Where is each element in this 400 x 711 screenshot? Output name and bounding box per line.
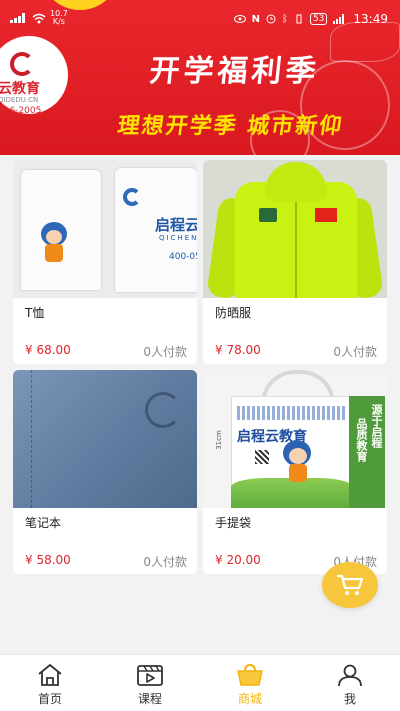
product-price: ¥ 58.00 <box>25 553 71 567</box>
status-bar: 10.7 K/s N ᛒ 53 13:49 <box>0 0 400 38</box>
brand-logo-subtitle: QIDEDU.CN <box>0 96 39 104</box>
signal-icon <box>10 13 25 23</box>
tshirt-print-en: QICHENGE <box>159 234 197 242</box>
tshirt-front <box>21 170 101 290</box>
bluetooth-icon: ᛒ <box>281 13 288 25</box>
notebook-emboss-logo <box>145 392 181 428</box>
jacket-zipper <box>295 202 297 298</box>
product-price: ¥ 20.00 <box>215 553 261 567</box>
nav-label-me: 我 <box>343 692 356 706</box>
product-price: ¥ 68.00 <box>25 343 71 357</box>
product-image: 启程云教育 品质教育 源于启程 31cm <box>203 370 387 508</box>
bag-side-text-right: 源于启程 <box>370 404 383 448</box>
nav-item-courses[interactable]: 课程 <box>100 655 200 711</box>
bag-print-lines <box>237 406 347 420</box>
brand-logo-icon <box>10 52 34 76</box>
brand-swirl-icon <box>123 188 141 206</box>
nav-label-courses: 课程 <box>137 692 162 706</box>
product-sold-count: 0人付款 <box>333 345 377 359</box>
signal-bars-icon <box>333 14 345 24</box>
mascot-graphic <box>283 440 313 484</box>
shopping-cart-icon <box>336 574 364 595</box>
nav-label-shop: 商城 <box>237 692 262 706</box>
home-icon <box>38 664 62 686</box>
nav-item-home[interactable]: 首页 <box>0 655 100 711</box>
banner-subtitle: 理想开学季 城市新仰 <box>115 113 346 139</box>
tshirt-print-text: 启程云 <box>155 216 197 234</box>
jacket-hood <box>265 162 327 202</box>
clock: 13:49 <box>353 12 388 26</box>
shopping-bag-icon <box>237 663 263 686</box>
product-sold-count: 0人付款 <box>143 555 187 569</box>
product-sold-count: 0人付款 <box>143 345 187 359</box>
brand-logo-text: 云教育 <box>0 81 40 97</box>
video-icon <box>137 665 163 686</box>
product-image <box>203 160 387 298</box>
network-speed-unit: K/s <box>52 17 65 26</box>
tshirt-print-phone: 400-05 <box>169 252 197 262</box>
battery-level-badge: 53 <box>309 13 328 25</box>
notebook-cover <box>13 370 197 508</box>
product-price: ¥ 78.00 <box>215 343 261 357</box>
bottom-nav: 首页 课程 商城 我 <box>0 654 400 711</box>
nav-label-home: 首页 <box>37 692 62 706</box>
mascot-graphic <box>37 222 71 266</box>
bag-dimension-label: 31cm <box>214 430 223 450</box>
product-image: 启程云 QICHENGE 400-05 <box>13 160 197 298</box>
qr-code-graphic <box>255 450 269 464</box>
flag-patch <box>315 208 337 222</box>
person-icon <box>338 664 362 687</box>
eye-icon <box>233 15 246 23</box>
nav-item-me[interactable]: 我 <box>300 655 400 711</box>
product-card-tshirt[interactable]: 启程云 QICHENGE 400-05 T恤 ¥ 68.00 0人付款 <box>13 160 197 364</box>
product-image <box>13 370 197 508</box>
product-name: 手提袋 <box>215 516 252 530</box>
product-name: 防晒服 <box>215 306 252 320</box>
bag-side-text-left: 品质教育 <box>355 418 368 462</box>
nav-item-shop[interactable]: 商城 <box>200 655 300 711</box>
product-name: T恤 <box>25 306 45 320</box>
brand-logo-year: 016-2005 <box>0 106 42 116</box>
wifi-icon <box>32 13 46 23</box>
network-speed: 10.7 K/s <box>50 10 68 26</box>
product-name: 笔记本 <box>25 516 62 530</box>
bag-side-panel: 品质教育 源于启程 <box>349 396 385 508</box>
cart-button[interactable] <box>322 562 378 608</box>
tshirt-back: 启程云 QICHENGE 400-05 <box>115 168 197 292</box>
product-card-tote-bag[interactable]: 启程云教育 品质教育 源于启程 31cm 手提袋 ¥ 20.00 0人付款 <box>203 370 387 574</box>
brand-patch <box>259 208 277 222</box>
banner-title: 开学福利季 <box>147 54 322 89</box>
notebook-stitching <box>31 370 32 508</box>
alarm-icon <box>266 14 276 24</box>
product-card-notebook[interactable]: 笔记本 ¥ 58.00 0人付款 <box>13 370 197 574</box>
product-card-jacket[interactable]: 防晒服 ¥ 78.00 0人付款 <box>203 160 387 364</box>
nfc-icon: N <box>251 13 260 25</box>
vibrate-icon <box>296 14 302 24</box>
